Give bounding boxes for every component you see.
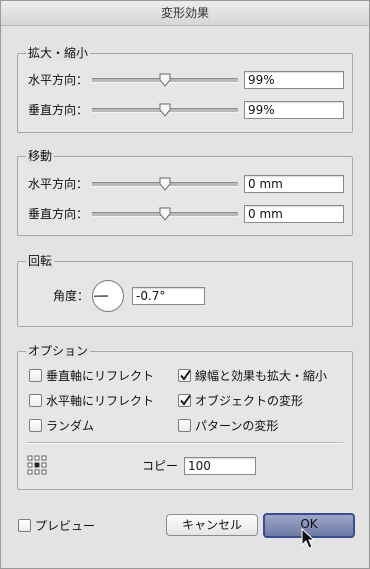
checkmark-icon <box>180 369 191 380</box>
reference-point-grid-icon[interactable] <box>27 455 47 475</box>
move-horizontal-slider[interactable] <box>92 176 238 192</box>
angle-dial[interactable] <box>91 279 125 313</box>
checkbox-box[interactable] <box>29 418 42 432</box>
transform-objects-label: オブジェクトの変形 <box>195 393 304 408</box>
random-checkbox[interactable]: ランダム <box>29 417 94 433</box>
transform-effect-dialog: 変形効果 拡大・縮小 水平方向： 99% 垂直方向： 99% 移動 水平方向： … <box>0 0 370 569</box>
move-vertical-input[interactable]: 0 mm <box>244 205 344 223</box>
move-legend: 移動 <box>26 148 55 164</box>
checkmark-icon <box>180 394 191 405</box>
checkbox-box[interactable] <box>29 368 42 382</box>
move-horizontal-label: 水平方向： <box>28 177 89 191</box>
reflect-y-checkbox[interactable]: 垂直軸にリフレクト <box>29 367 154 383</box>
angle-input[interactable]: -0.7° <box>132 287 205 305</box>
scale-strokes-checkbox[interactable]: 線幅と効果も拡大・縮小 <box>178 367 327 383</box>
checkbox-box[interactable] <box>178 368 191 382</box>
scale-legend: 拡大・縮小 <box>26 45 91 61</box>
scale-vertical-label: 垂直方向： <box>28 103 89 117</box>
copies-label: コピー <box>142 459 179 473</box>
rotate-legend: 回転 <box>26 253 55 269</box>
checkbox-box[interactable] <box>29 393 42 407</box>
scale-strokes-label: 線幅と効果も拡大・縮小 <box>195 368 328 383</box>
angle-label: 角度： <box>53 289 90 303</box>
preview-label: プレビュー <box>35 518 96 533</box>
transform-patterns-checkbox[interactable]: パターンの変形 <box>178 417 278 433</box>
move-vertical-slider[interactable] <box>92 206 238 222</box>
random-label: ランダム <box>46 418 95 433</box>
scale-group: 拡大・縮小 <box>17 45 353 133</box>
reflect-x-checkbox[interactable]: 水平軸にリフレクト <box>29 392 154 408</box>
options-legend: オプション <box>26 343 91 359</box>
scale-horizontal-input[interactable]: 99% <box>244 71 344 89</box>
scale-horizontal-slider[interactable] <box>92 72 238 88</box>
move-horizontal-input[interactable]: 0 mm <box>244 175 344 193</box>
dialog-title: 変形効果 <box>1 1 369 26</box>
options-divider <box>27 442 343 444</box>
transform-objects-checkbox[interactable]: オブジェクトの変形 <box>178 392 303 408</box>
move-vertical-label: 垂直方向： <box>28 207 89 221</box>
reflect-y-label: 垂直軸にリフレクト <box>46 368 155 383</box>
checkbox-box[interactable] <box>178 393 191 407</box>
preview-checkbox[interactable]: プレビュー <box>18 517 95 533</box>
copies-input[interactable]: 100 <box>184 457 256 475</box>
checkbox-box[interactable] <box>178 418 191 432</box>
transform-patterns-label: パターンの変形 <box>195 418 279 433</box>
checkbox-box[interactable] <box>18 518 31 532</box>
cancel-button[interactable]: キャンセル <box>166 514 258 536</box>
scale-vertical-input[interactable]: 99% <box>244 101 344 119</box>
scale-horizontal-label: 水平方向： <box>28 73 89 87</box>
scale-vertical-slider[interactable] <box>92 102 238 118</box>
move-group: 移動 <box>17 148 353 236</box>
mouse-cursor-icon <box>301 527 317 550</box>
reflect-x-label: 水平軸にリフレクト <box>46 393 155 408</box>
